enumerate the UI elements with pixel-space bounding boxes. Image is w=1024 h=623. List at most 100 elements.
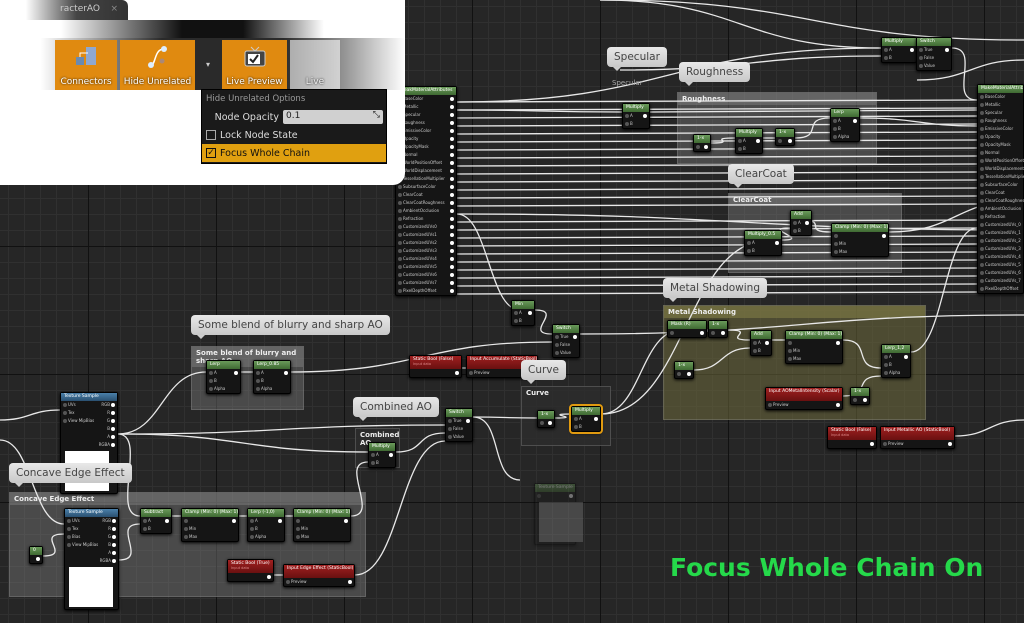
output-pin[interactable] bbox=[112, 551, 116, 555]
input-pin[interactable] bbox=[980, 111, 984, 115]
output-pin[interactable] bbox=[450, 209, 454, 213]
output-pin[interactable] bbox=[687, 372, 691, 376]
output-pin[interactable] bbox=[450, 113, 454, 117]
input-pin[interactable] bbox=[514, 311, 518, 315]
node-clamp-min-0-max-1[interactable]: Clamp (Min: 0) (Max: 1) Min Max bbox=[831, 223, 889, 257]
input-pin[interactable] bbox=[753, 341, 757, 345]
output-pin[interactable] bbox=[450, 97, 454, 101]
input-pin[interactable] bbox=[184, 535, 188, 539]
input-pin[interactable] bbox=[296, 519, 300, 523]
output-pin[interactable] bbox=[111, 419, 115, 423]
output-pin[interactable] bbox=[721, 331, 725, 335]
node-multiply[interactable]: Multiply A B bbox=[368, 442, 396, 468]
output-pin[interactable] bbox=[36, 557, 40, 561]
tab-close-icon[interactable]: × bbox=[110, 4, 118, 14]
output-pin[interactable] bbox=[805, 221, 809, 225]
node-add[interactable]: Add A B bbox=[790, 210, 812, 236]
node-add[interactable]: Add A B bbox=[750, 330, 772, 356]
output-pin[interactable] bbox=[111, 403, 115, 407]
input-pin[interactable] bbox=[980, 215, 984, 219]
input-pin[interactable] bbox=[398, 265, 402, 269]
output-pin[interactable] bbox=[450, 137, 454, 141]
input-pin[interactable] bbox=[980, 191, 984, 195]
input-pin[interactable] bbox=[555, 351, 559, 355]
input-pin[interactable] bbox=[788, 357, 792, 361]
output-pin[interactable] bbox=[450, 233, 454, 237]
output-pin[interactable] bbox=[700, 331, 704, 335]
node-texture-sample[interactable]: Texture Sample UVs RGB Tex R Bias G View MipBia… bbox=[64, 508, 119, 610]
output-pin[interactable] bbox=[112, 527, 116, 531]
node-input-edge-effect-staticbool[interactable]: Input Edge Effect (StaticBool) Preview bbox=[283, 564, 355, 587]
input-pin[interactable] bbox=[398, 241, 402, 245]
input-pin[interactable] bbox=[448, 435, 452, 439]
input-pin[interactable] bbox=[980, 151, 984, 155]
output-pin[interactable] bbox=[853, 119, 857, 123]
output-pin[interactable] bbox=[466, 419, 470, 423]
output-pin[interactable] bbox=[450, 201, 454, 205]
node-1-x[interactable]: 1-x bbox=[850, 387, 870, 405]
input-pin[interactable] bbox=[67, 543, 71, 547]
output-pin[interactable] bbox=[765, 341, 769, 345]
output-pin[interactable] bbox=[882, 234, 886, 238]
output-pin[interactable] bbox=[111, 435, 115, 439]
input-pin[interactable] bbox=[209, 379, 213, 383]
output-pin[interactable] bbox=[450, 289, 454, 293]
output-pin[interactable] bbox=[836, 341, 840, 345]
input-pin[interactable] bbox=[256, 387, 260, 391]
node-opacity-input[interactable]: 0.1 bbox=[283, 110, 383, 124]
input-pin[interactable] bbox=[834, 250, 838, 254]
input-pin[interactable] bbox=[793, 221, 797, 225]
input-pin[interactable] bbox=[788, 341, 792, 345]
output-pin[interactable] bbox=[111, 427, 115, 431]
node-mask-r[interactable]: Mask (R) bbox=[667, 320, 707, 338]
node-1-x[interactable]: 1-x bbox=[708, 320, 728, 338]
output-pin[interactable] bbox=[450, 241, 454, 245]
node-texture-sample[interactable]: Texture Sample bbox=[534, 483, 583, 545]
node-1-x[interactable]: 1-x bbox=[537, 410, 555, 428]
input-pin[interactable] bbox=[884, 56, 888, 60]
input-pin[interactable] bbox=[670, 331, 674, 335]
node-switch[interactable]: Switch True False Value bbox=[552, 324, 580, 358]
input-pin[interactable] bbox=[296, 527, 300, 531]
node-clamp-min-0-max-1[interactable]: Clamp (Min: 0) (Max: 1) Min Max bbox=[181, 508, 239, 542]
input-pin[interactable] bbox=[143, 519, 147, 523]
input-pin[interactable] bbox=[398, 249, 402, 253]
input-pin[interactable] bbox=[980, 199, 984, 203]
node-multiply[interactable]: Multiply A B bbox=[735, 128, 763, 154]
node-1-x[interactable]: 1-x bbox=[693, 134, 711, 152]
output-pin[interactable] bbox=[389, 453, 393, 457]
focus-whole-chain-item[interactable]: ✓ Focus Whole Chain bbox=[202, 144, 386, 162]
node-input-metallic-ao-staticbool[interactable]: Input Metallic AO (StaticBool) Preview bbox=[880, 426, 955, 449]
input-pin[interactable] bbox=[980, 119, 984, 123]
output-pin[interactable] bbox=[450, 185, 454, 189]
input-pin[interactable] bbox=[555, 343, 559, 347]
input-pin[interactable] bbox=[980, 175, 984, 179]
lock-node-state-item[interactable]: Lock Node State bbox=[202, 126, 386, 144]
input-pin[interactable] bbox=[980, 263, 984, 267]
input-pin[interactable] bbox=[398, 217, 402, 221]
input-pin[interactable] bbox=[448, 419, 452, 423]
output-pin[interactable] bbox=[278, 519, 282, 523]
output-pin[interactable] bbox=[870, 442, 874, 446]
input-pin[interactable] bbox=[793, 229, 797, 233]
output-pin[interactable] bbox=[111, 411, 115, 415]
input-pin[interactable] bbox=[250, 519, 254, 523]
input-pin[interactable] bbox=[980, 95, 984, 99]
input-pin[interactable] bbox=[884, 355, 888, 359]
input-pin[interactable] bbox=[398, 225, 402, 229]
output-pin[interactable] bbox=[450, 225, 454, 229]
output-pin[interactable] bbox=[348, 580, 352, 584]
input-pin[interactable] bbox=[778, 139, 782, 143]
node-static-bool-false[interactable]: Static Bool (False) Input data bbox=[827, 426, 877, 449]
input-pin[interactable] bbox=[884, 371, 888, 375]
output-pin[interactable] bbox=[111, 443, 115, 447]
input-pin[interactable] bbox=[980, 207, 984, 211]
input-pin[interactable] bbox=[884, 48, 888, 52]
output-pin[interactable] bbox=[455, 371, 459, 375]
input-pin[interactable] bbox=[398, 273, 402, 277]
node-clamp-min-0-max-1[interactable]: Clamp (Min: 0) (Max: 1) Min Max bbox=[293, 508, 351, 542]
input-pin[interactable] bbox=[574, 425, 578, 429]
input-pin[interactable] bbox=[625, 122, 629, 126]
input-pin[interactable] bbox=[143, 527, 147, 531]
connectors-button[interactable]: Connectors bbox=[55, 40, 117, 90]
